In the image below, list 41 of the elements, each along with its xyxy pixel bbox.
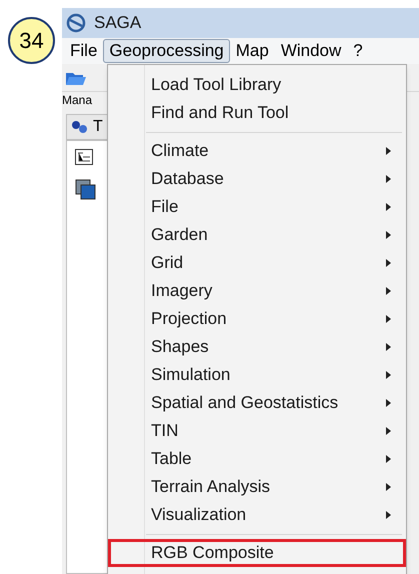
menu-item[interactable]: Geoprocessing (103, 39, 230, 63)
menu-item[interactable]: Spatial and Geostatistics (108, 389, 406, 417)
tree-view-icon[interactable] (75, 149, 93, 165)
submenu-arrow-icon (386, 231, 391, 239)
submenu-arrow-icon (386, 483, 391, 491)
menu-item[interactable]: Map (230, 39, 275, 63)
menu-item[interactable]: Database (108, 165, 406, 193)
panel-label: Mana (62, 92, 94, 108)
step-badge: 34 (8, 17, 55, 64)
menu-item[interactable]: Terrain Analysis (108, 473, 406, 501)
submenu-arrow-icon (386, 343, 391, 351)
menu-item[interactable]: Garden (108, 221, 406, 249)
window-title: SAGA (94, 12, 142, 34)
layers-icon (75, 179, 97, 201)
submenu-arrow-icon (386, 455, 391, 463)
submenu-arrow-icon (386, 147, 391, 155)
menu-item[interactable]: Projection (108, 305, 406, 333)
app-logo-icon (66, 13, 86, 33)
submenu-arrow-icon (386, 427, 391, 435)
menu-item[interactable]: Grid (108, 249, 406, 277)
submenu-arrow-icon (386, 399, 391, 407)
submenu-arrow-icon (386, 259, 391, 267)
menu-item[interactable]: File (108, 193, 406, 221)
menu-item[interactable]: Window (274, 39, 348, 63)
menu-item[interactable]: Climate (108, 137, 406, 165)
submenu-arrow-icon (386, 175, 391, 183)
menu-item[interactable]: Table (108, 445, 406, 473)
submenu-arrow-icon (386, 511, 391, 519)
menu-item[interactable]: Visualization (108, 501, 406, 529)
menu-item[interactable]: Imagery (108, 277, 406, 305)
menu-item[interactable]: Simulation (108, 361, 406, 389)
menu-item[interactable]: RGB Composite (108, 539, 406, 567)
menu-item[interactable]: Shapes (108, 333, 406, 361)
menu-item[interactable]: ? (347, 39, 369, 63)
submenu-arrow-icon (386, 371, 391, 379)
menu-item[interactable]: Load Tool Library (108, 71, 406, 99)
submenu-arrow-icon (386, 203, 391, 211)
menu-item[interactable]: TIN (108, 417, 406, 445)
submenu-arrow-icon (386, 315, 391, 323)
submenu-arrow-icon (386, 287, 391, 295)
menu-item[interactable]: File (64, 39, 104, 63)
